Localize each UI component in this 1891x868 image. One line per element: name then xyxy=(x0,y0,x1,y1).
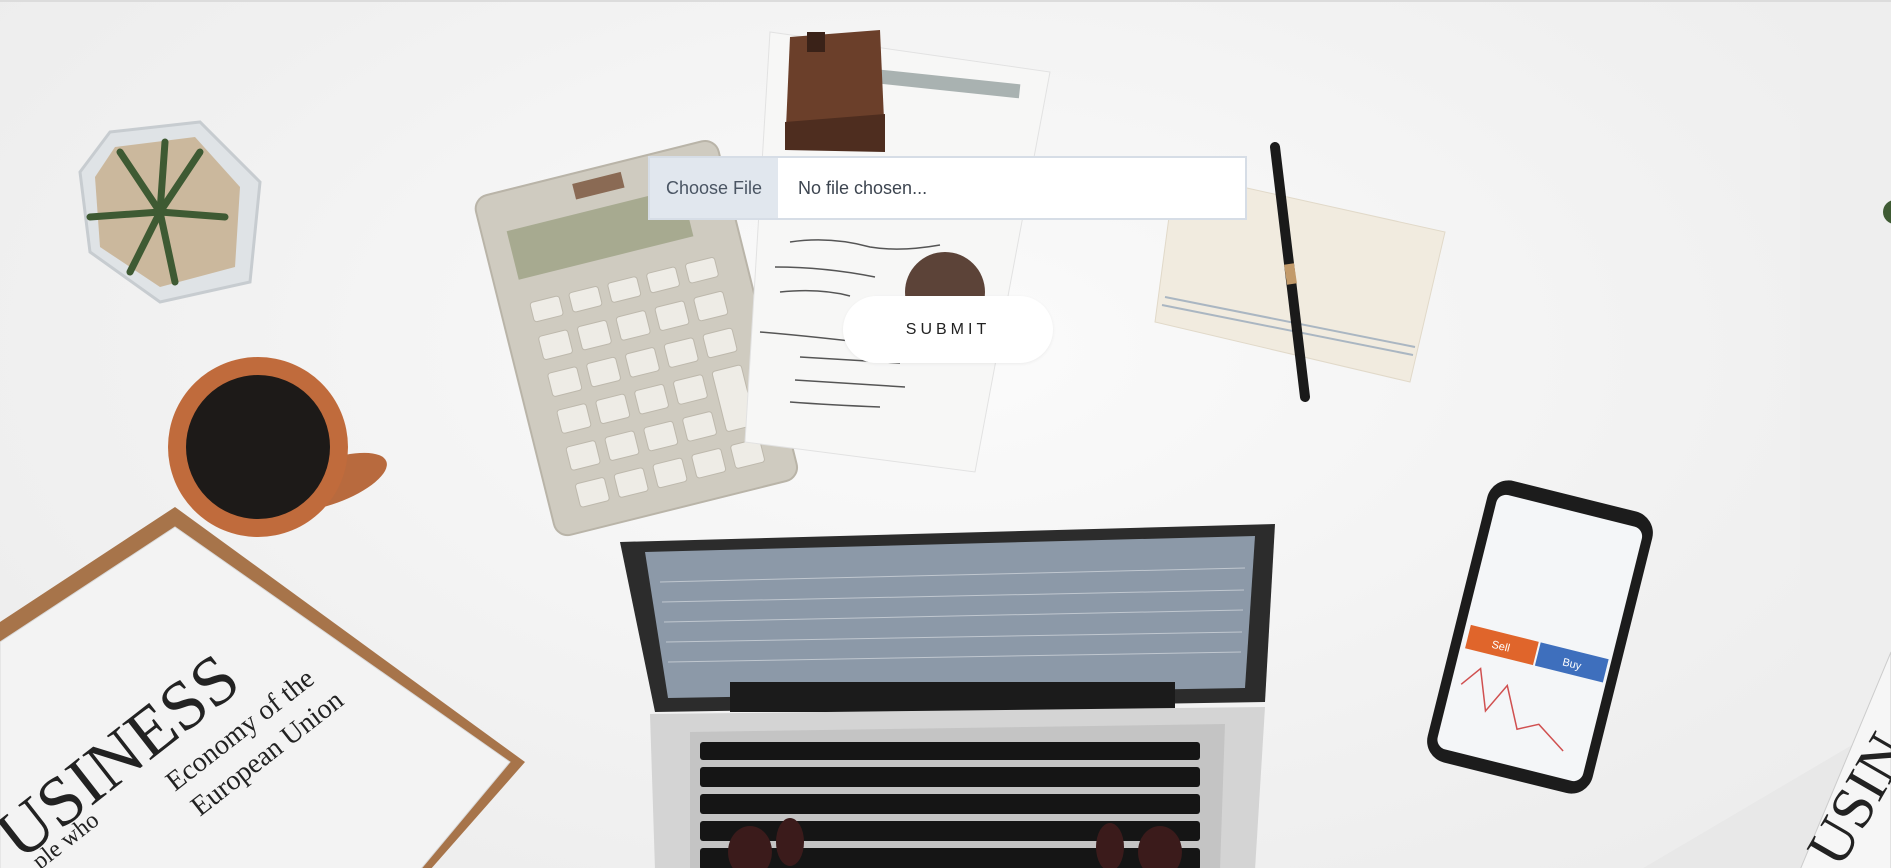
submit-button[interactable]: SUBMIT xyxy=(843,296,1053,363)
file-input[interactable]: Choose File No file chosen... xyxy=(648,156,1247,220)
laptop xyxy=(620,524,1275,868)
newspaper: USINESS Economy of the European Union pl… xyxy=(0,507,525,868)
file-status-text: No file chosen... xyxy=(798,177,928,198)
succulent-plant xyxy=(78,120,262,304)
wooden-block xyxy=(785,30,885,152)
repeated-background-edge: USIN xyxy=(1643,2,1891,868)
page: Sell Buy USINESS Economy of the European… xyxy=(0,0,1891,868)
choose-file-button[interactable]: Choose File xyxy=(650,158,778,218)
smartphone: Sell Buy xyxy=(1427,480,1653,794)
coffee-cup xyxy=(168,357,387,537)
desk-background-image: Sell Buy USINESS Economy of the European… xyxy=(0,2,1891,868)
